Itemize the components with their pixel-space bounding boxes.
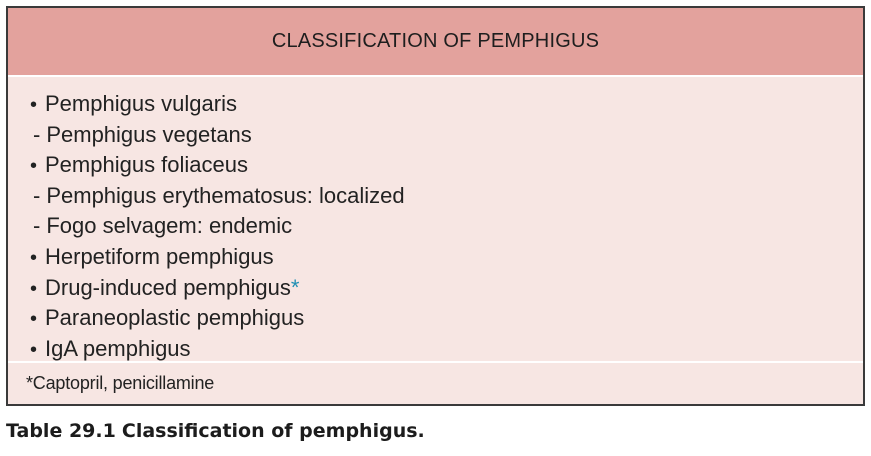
list-item: • Herpetiform pemphigus (30, 244, 863, 275)
list-subitem-text: Pemphigus vegetans (46, 121, 252, 147)
caption-text: Classification of pemphigus. (121, 420, 425, 442)
caption-label: Table 29.1 (6, 420, 116, 442)
table-footnote: *Captopril, penicillamine (26, 373, 215, 393)
list-subitem: - Pemphigus vegetans (30, 122, 863, 153)
list-item: • Drug-induced pemphigus * (30, 275, 863, 306)
list-item-text: IgA pemphigus (45, 335, 191, 361)
list-subitem: - Pemphigus erythematosus: localized (30, 183, 863, 214)
bullet: • (30, 277, 38, 300)
table-body: • Pemphigus vulgaris - Pemphigus vegetan… (8, 77, 863, 363)
list-subitem-text: Fogo selvagem: endemic (46, 213, 293, 239)
bullet: • (30, 246, 38, 269)
bullet: • (30, 155, 38, 178)
dash: - (33, 121, 41, 147)
list-item-text: Pemphigus foliaceus (45, 152, 249, 178)
classification-table: CLASSIFICATION OF PEMPHIGUS • Pemphigus … (6, 6, 865, 406)
list-subitem-text: Pemphigus erythematosus: localized (46, 182, 405, 208)
dash: - (33, 182, 41, 208)
table-header-title: CLASSIFICATION OF PEMPHIGUS (271, 30, 600, 52)
list-item: • Paraneoplastic pemphigus (30, 305, 863, 336)
list-item-text: Herpetiform pemphigus (45, 243, 274, 269)
list-subitem: - Fogo selvagem: endemic (30, 213, 863, 244)
table-caption: Table 29.1 Classification of pemphigus. (6, 420, 425, 442)
bullet: • (30, 308, 38, 331)
list-item-text: Paraneoplastic pemphigus (45, 305, 305, 331)
bullet: • (30, 94, 38, 116)
list-item-text: Pemphigus vulgaris (45, 91, 237, 116)
table-header: CLASSIFICATION OF PEMPHIGUS (8, 8, 863, 77)
list-item: • Pemphigus vulgaris (30, 91, 863, 122)
bullet: • (30, 338, 38, 361)
list-item: • IgA pemphigus (30, 336, 863, 367)
footnote-marker: * (290, 274, 300, 300)
list-item: • Pemphigus foliaceus (30, 152, 863, 183)
list-item-text: Drug-induced pemphigus (45, 274, 291, 300)
dash: - (33, 213, 41, 239)
